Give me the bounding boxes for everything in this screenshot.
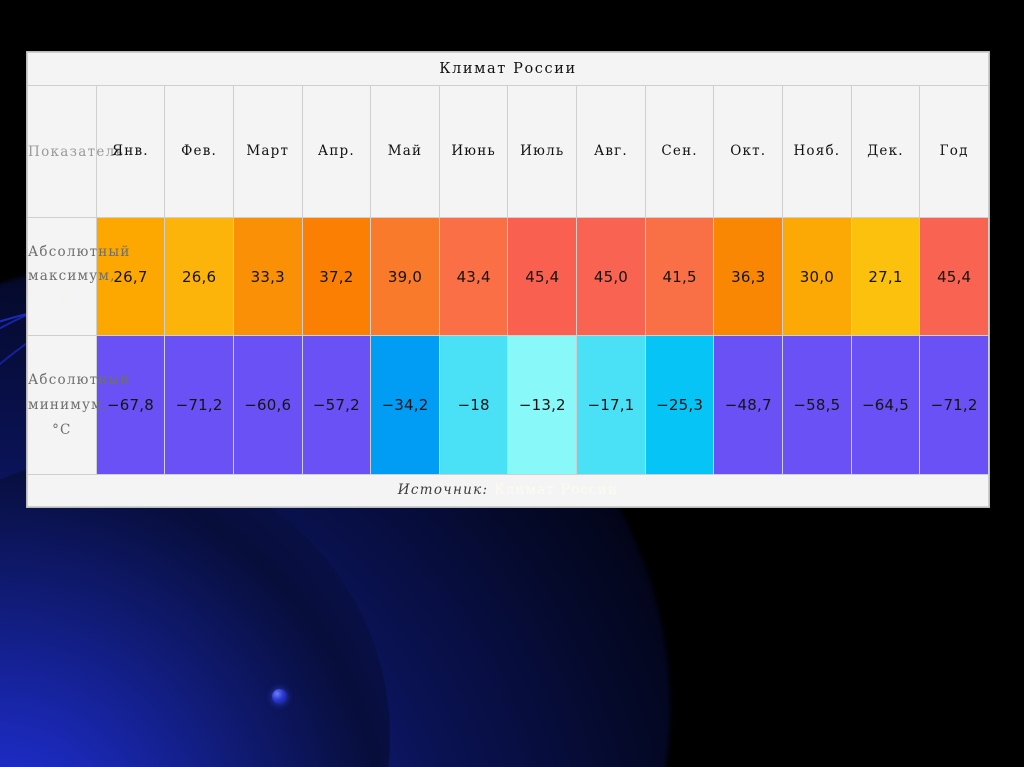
cell-max-feb: 26,6 bbox=[164, 217, 234, 337]
cell-max-aug: 45,0 bbox=[576, 217, 646, 337]
row-label-line1: Абсолютный bbox=[28, 371, 131, 388]
table-row-absolute-maximum: Абсолютный максимум, °C 26,7 26,6 33,3 3… bbox=[27, 217, 989, 337]
cell-max-dec: 27,1 bbox=[850, 217, 921, 337]
cell-min-apr: −57,2 bbox=[301, 335, 372, 475]
cell-min-may: −34,2 bbox=[370, 335, 440, 475]
cell-min-dec: −64,5 bbox=[850, 335, 921, 475]
row-label-unit: °C bbox=[52, 293, 72, 310]
climate-table-card: Климат России Показатель Янв. Фев. Март … bbox=[26, 51, 990, 508]
row-label-line2: максимум, bbox=[28, 268, 116, 285]
cell-max-may: 39,0 bbox=[370, 217, 440, 337]
cell-min-nov: −58,5 bbox=[782, 335, 852, 475]
table-title: Климат России bbox=[27, 51, 989, 87]
table-footer-row: Источник: Климат России bbox=[27, 473, 989, 508]
cell-max-jul: 45,4 bbox=[507, 217, 578, 337]
header-month-apr: Апр. bbox=[301, 85, 372, 219]
header-month-may: Май bbox=[370, 85, 440, 219]
header-month-mar: Март bbox=[232, 85, 303, 219]
cell-max-jun: 43,4 bbox=[438, 217, 509, 337]
row-label-absolute-minimum: Абсолютный минимум, °C bbox=[27, 335, 129, 475]
cell-max-oct: 36,3 bbox=[713, 217, 784, 337]
cell-min-feb: −71,2 bbox=[164, 335, 234, 475]
row-label-line1: Абсолютный bbox=[28, 243, 131, 260]
header-metric: Показатель bbox=[27, 85, 123, 219]
header-month-feb: Фев. bbox=[164, 85, 234, 219]
header-month-oct: Окт. bbox=[713, 85, 784, 219]
cell-max-sep: 41,5 bbox=[644, 217, 715, 337]
header-year: Год bbox=[919, 85, 989, 219]
header-month-nov: Нояб. bbox=[782, 85, 852, 219]
slide-canvas: Климат России Показатель Янв. Фев. Март … bbox=[0, 0, 1024, 767]
header-month-jul: Июль bbox=[507, 85, 578, 219]
cell-min-year: −71,2 bbox=[919, 335, 989, 475]
source-label: Источник: bbox=[397, 482, 489, 499]
cell-min-mar: −60,6 bbox=[232, 335, 303, 475]
climate-table: Климат России Показатель Янв. Фев. Март … bbox=[27, 51, 989, 508]
cell-max-nov: 30,0 bbox=[782, 217, 852, 337]
table-caption-row: Климат России bbox=[27, 51, 989, 87]
table-row-absolute-minimum: Абсолютный минимум, °C −67,8 −71,2 −60,6… bbox=[27, 335, 989, 475]
cell-max-year: 45,4 bbox=[919, 217, 989, 337]
cell-min-jun: −18 bbox=[438, 335, 509, 475]
header-month-dec: Дек. bbox=[850, 85, 921, 219]
cell-max-mar: 33,3 bbox=[232, 217, 303, 337]
cell-min-jul: −13,2 bbox=[507, 335, 578, 475]
header-month-jun: Июнь bbox=[438, 85, 509, 219]
cell-min-sep: −25,3 bbox=[644, 335, 715, 475]
row-label-absolute-maximum: Абсолютный максимум, °C bbox=[27, 217, 129, 337]
source-link[interactable]: Климат России bbox=[494, 482, 618, 498]
cell-min-aug: −17,1 bbox=[576, 335, 646, 475]
table-header-row: Показатель Янв. Фев. Март Апр. Май Июнь … bbox=[27, 85, 989, 219]
cell-min-jan: −67,8 bbox=[95, 335, 166, 475]
cell-min-oct: −48,7 bbox=[713, 335, 784, 475]
table-source: Источник: Климат России bbox=[27, 473, 989, 508]
header-month-aug: Авг. bbox=[576, 85, 646, 219]
decorative-orb bbox=[272, 689, 287, 704]
header-month-sep: Сен. bbox=[644, 85, 715, 219]
cell-max-apr: 37,2 bbox=[301, 217, 372, 337]
